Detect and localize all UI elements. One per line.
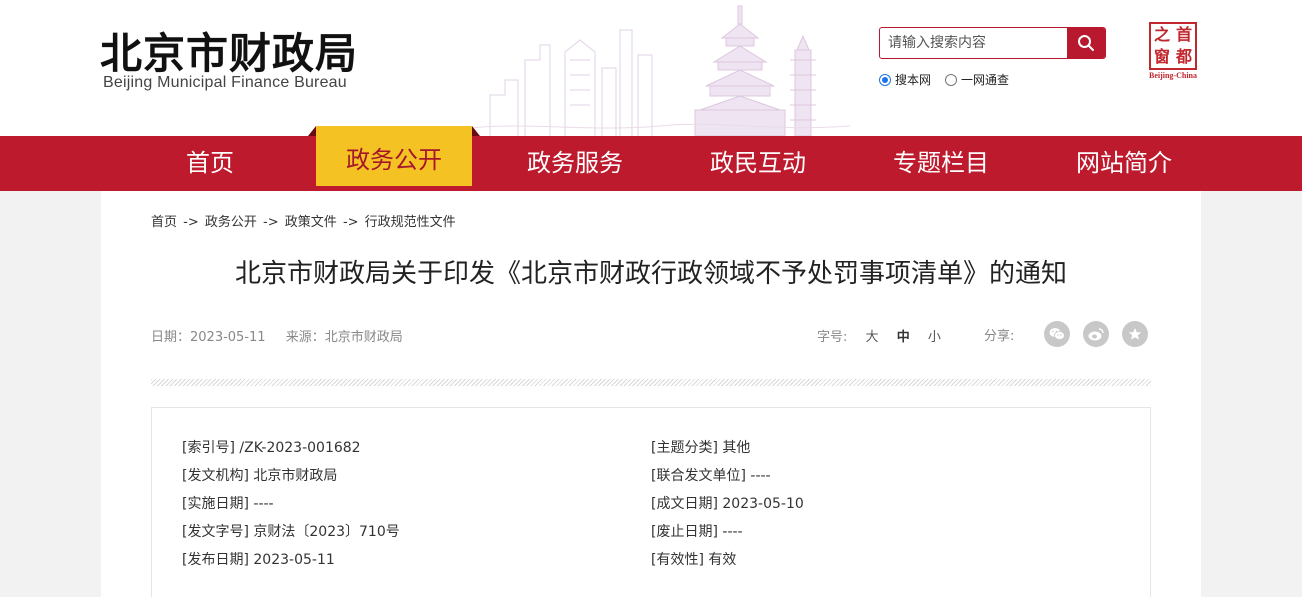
breadcrumb-gov-open[interactable]: 政务公开 [205,215,257,230]
nav-item-home[interactable]: 首页 [132,136,288,191]
info-value: ---- [253,496,274,512]
active-tab-ear-right [472,126,480,136]
info-value: 北京市财政局 [253,468,338,484]
nav-item-gov-services[interactable]: 政务服务 [497,136,653,191]
radio-all[interactable] [945,73,958,86]
site-header: 北京市财政局 Beijing Municipal Finance Bureau [0,0,1302,136]
info-joint-issuer: [联合发文单位] ---- [651,466,804,494]
info-label: [主题分类] [651,440,718,456]
active-tab-ear-left [308,126,316,136]
search-scope-all[interactable]: 一网通查 [945,71,1009,88]
site-logo-subtitle: Beijing Municipal Finance Bureau [103,74,347,91]
info-label: [成文日期] [651,496,718,512]
info-publish-date: [发布日期] 2023-05-11 [182,550,400,578]
hatched-divider [151,379,1151,386]
info-column-right: [主题分类] 其他 [联合发文单位] ---- [成文日期] 2023-05-1… [651,438,804,578]
info-topic-category: [主题分类] 其他 [651,438,804,466]
breadcrumb: 首页 -> 政务公开 -> 政策文件 -> 行政规范性文件 [151,211,458,230]
info-validity: [有效性] 有效 [651,550,804,578]
search-button[interactable] [1067,28,1105,58]
source-value: 北京市财政局 [324,330,403,345]
info-repeal-date: [废止日期] ---- [651,522,804,550]
search-scope-site-label: 搜本网 [895,73,932,87]
info-column-left: [索引号] /ZK-2023-001682 [发文机构] 北京市财政局 [实施日… [182,438,400,578]
main-nav: 首页 政务公开 政务服务 政民互动 专题栏目 网站简介 [0,126,1302,191]
breadcrumb-sep: -> [263,215,279,230]
capital-logo-seal: 之 首 窗 都 [1149,22,1197,70]
info-label: [发文字号] [182,524,249,540]
breadcrumb-sep: -> [183,215,199,230]
nav-item-about[interactable]: 网站简介 [1046,136,1202,191]
info-value: ---- [722,524,743,540]
breadcrumb-policy-docs[interactable]: 政策文件 [285,215,337,230]
article-source: 来源：北京市财政局 [286,330,403,345]
source-label: 来源： [285,330,325,345]
info-label: [废止日期] [651,524,718,540]
info-label: [发布日期] [182,552,249,568]
font-size-small[interactable]: 小 [928,330,941,345]
radio-site[interactable] [879,73,891,86]
info-label: [实施日期] [182,496,249,512]
capital-char-1: 之 [1153,25,1170,44]
info-value: 其他 [722,440,751,456]
info-value: ---- [750,468,771,484]
info-document-number: [发文字号] 京财法〔2023〕710号 [182,522,400,550]
capital-char-3: 窗 [1153,47,1170,66]
info-index-number: [索引号] /ZK-2023-001682 [182,438,400,466]
nav-item-gov-affairs-open[interactable]: 政务公开 [316,126,472,186]
date-value: 2023-05-11 [190,330,266,345]
breadcrumb-sep: -> [342,215,359,230]
article-title: 北京市财政局关于印发《北京市财政行政领域不予处罚事项清单》的通知 [234,259,1067,289]
breadcrumb-normative-docs[interactable]: 行政规范性文件 [365,215,456,230]
font-size-control: 字号: 大 中 小 [817,326,941,345]
font-size-large[interactable]: 大 [866,330,879,345]
capital-char-4: 都 [1175,47,1192,66]
font-size-medium[interactable]: 中 [897,330,910,345]
font-size-label: 字号: [817,330,848,345]
breadcrumb-home[interactable]: 首页 [151,215,177,230]
nav-item-topics[interactable]: 专题栏目 [863,136,1019,191]
capital-logo-en: Beijing-China [1148,71,1197,80]
info-issuing-agency: [发文机构] 北京市财政局 [182,466,400,494]
search-input[interactable] [880,28,1069,58]
share-bar: 分享: [984,321,1161,347]
info-value: 有效 [708,552,737,568]
info-label: [发文机构] [182,468,249,484]
nav-item-interaction[interactable]: 政民互动 [680,136,836,191]
info-value: 2023-05-10 [722,496,804,512]
document-info-box: [索引号] /ZK-2023-001682 [发文机构] 北京市财政局 [实施日… [151,407,1151,597]
search-icon [1078,35,1094,51]
favorite-star-icon[interactable] [1122,321,1149,347]
info-label: [有效性] [651,552,704,568]
skyline-illustration [470,5,850,136]
article-meta: 日期：2023-05-11 来源：北京市财政局 [151,326,419,345]
info-value: 京财法〔2023〕710号 [253,524,400,540]
share-label: 分享: [984,328,1015,344]
info-value: /ZK-2023-001682 [239,440,361,456]
weibo-icon[interactable] [1083,321,1110,347]
site-logo-title[interactable]: 北京市财政局 [100,20,358,81]
article-date: 日期：2023-05-11 [151,330,266,345]
info-value: 2023-05-11 [253,552,335,568]
info-written-date: [成文日期] 2023-05-10 [651,494,804,522]
info-label: [索引号] [182,440,235,456]
main-content: 首页 -> 政务公开 -> 政策文件 -> 行政规范性文件 北京市财政局关于印发… [101,191,1201,597]
info-label: [联合发文单位] [651,468,746,484]
search-box [879,27,1106,59]
search-scope-options: 搜本网 一网通查 [879,71,1009,88]
date-label: 日期： [151,330,191,345]
info-effective-date: [实施日期] ---- [182,494,400,522]
capital-char-2: 首 [1175,25,1192,44]
capital-window-logo[interactable]: 之 首 窗 都 Beijing-China [1144,22,1202,82]
search-scope-site[interactable]: 搜本网 [879,71,931,88]
wechat-icon[interactable] [1044,321,1071,347]
search-scope-all-label: 一网通查 [961,73,1010,87]
